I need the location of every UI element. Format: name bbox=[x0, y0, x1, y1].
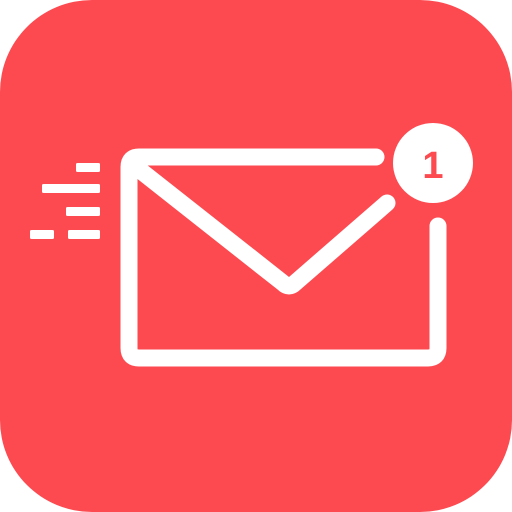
speed-line bbox=[66, 207, 100, 216]
app-icon[interactable]: 1 bbox=[0, 0, 512, 512]
app-icon-artwork: 1 bbox=[30, 123, 473, 367]
envelope-body bbox=[120, 148, 447, 367]
speed-line bbox=[42, 184, 100, 193]
speed-line bbox=[68, 230, 100, 239]
speed-lines-icon bbox=[30, 163, 100, 239]
speed-line bbox=[30, 230, 54, 239]
notification-count: 1 bbox=[422, 145, 443, 187]
notification-badge-icon: 1 bbox=[393, 123, 473, 203]
envelope-icon bbox=[120, 148, 447, 367]
speed-line bbox=[76, 163, 100, 172]
envelope-flap bbox=[132, 162, 396, 295]
